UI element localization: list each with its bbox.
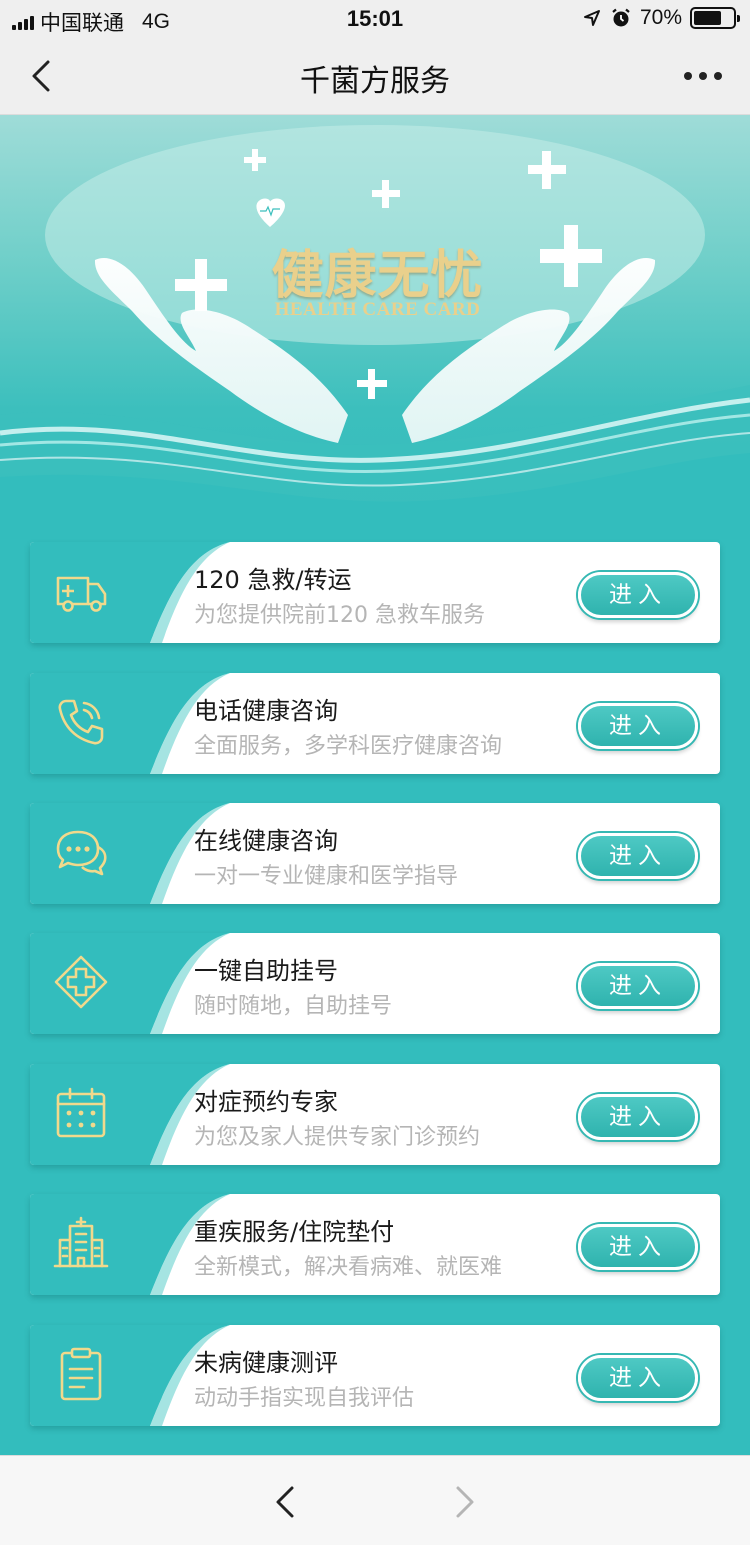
ambulance-icon [56,576,107,612]
more-dots-icon[interactable] [684,72,722,80]
service-title: 重疾服务/住院垫付 [194,1218,395,1246]
phone-call-icon [58,699,104,745]
battery-icon [690,7,740,29]
back-arrow-icon[interactable] [266,1482,306,1522]
service-title: 一键自助挂号 [194,957,338,985]
location-arrow-icon [583,10,600,26]
clipboard-icon [60,1347,102,1401]
enter-button[interactable]: 进入 [578,833,698,879]
chat-bubble-icon [56,830,107,876]
banner: 健康无忧 HEALTH CARE CARD [0,115,750,535]
service-desc: 动动手指实现自我评估 [194,1386,415,1411]
service-card-critical-illness[interactable]: 重疾服务/住院垫付 全新模式，解决看病难、就医难 进入 [30,1194,720,1295]
status-bar: 中国联通 4G 15:01 70% [0,0,750,38]
bottom-toolbar [0,1455,750,1545]
banner-illustration [0,125,750,535]
service-title: 在线健康咨询 [194,827,338,855]
medical-cross-icon [54,955,108,1009]
enter-button[interactable]: 进入 [578,703,698,749]
battery-percent: 70% [639,6,682,29]
enter-button[interactable]: 进入 [578,572,698,618]
status-right: 70% [582,6,740,30]
service-title: 120 急救/转运 [194,566,352,594]
service-card-health-assessment[interactable]: 未病健康测评 动动手指实现自我评估 进入 [30,1325,720,1426]
service-title: 对症预约专家 [194,1088,338,1116]
calendar-icon [56,1087,106,1138]
forward-arrow-icon[interactable] [444,1482,484,1522]
service-card-expert-booking[interactable]: 对症预约专家 为您及家人提供专家门诊预约 进入 [30,1064,720,1165]
service-card-phone-consult[interactable]: 电话健康咨询 全面服务，多学科医疗健康咨询 进入 [30,673,720,774]
service-desc: 为您提供院前120 急救车服务 [194,603,485,628]
banner-subtitle: HEALTH CARE CARD [274,299,481,320]
service-desc: 全新模式，解决看病难、就医难 [194,1255,503,1280]
service-desc: 随时随地，自助挂号 [194,994,393,1019]
banner-title: 健康无忧 [271,245,484,306]
service-title: 电话健康咨询 [194,697,338,725]
enter-button[interactable]: 进入 [578,1094,698,1140]
service-card-registration[interactable]: 一键自助挂号 随时随地，自助挂号 进入 [30,933,720,1034]
nav-bar: 千菌方服务 [0,38,750,115]
enter-button[interactable]: 进入 [578,1355,698,1401]
page-title: 千菌方服务 [300,64,450,99]
battery-fill [694,11,721,25]
hospital-icon [53,1216,109,1268]
service-desc: 全面服务，多学科医疗健康咨询 [194,734,503,759]
service-card-online-consult[interactable]: 在线健康咨询 一对一专业健康和医学指导 进入 [30,803,720,904]
alarm-icon [612,8,630,27]
service-title: 未病健康测评 [194,1349,338,1377]
enter-button[interactable]: 进入 [578,1224,698,1270]
service-desc: 一对一专业健康和医学指导 [194,864,459,889]
service-desc: 为您及家人提供专家门诊预约 [194,1125,481,1150]
service-card-emergency[interactable]: 120 急救/转运 为您提供院前120 急救车服务 进入 [30,542,720,643]
enter-button[interactable]: 进入 [578,963,698,1009]
